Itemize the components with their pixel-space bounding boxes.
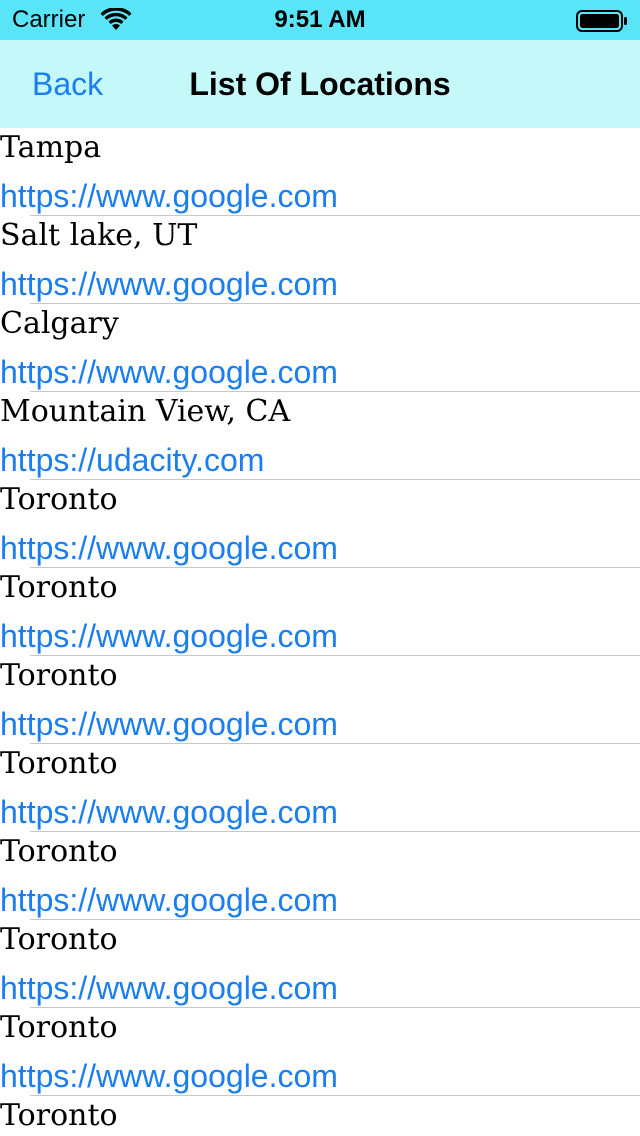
location-url-link[interactable]: https://www.google.com bbox=[0, 265, 338, 303]
location-name: Toronto bbox=[0, 1098, 118, 1133]
list-item[interactable]: Mountain View, CA https://udacity.com bbox=[0, 392, 640, 480]
locations-list[interactable]: Tampa https://www.google.com Salt lake, UT… bbox=[0, 128, 640, 1136]
location-name: Toronto bbox=[0, 482, 118, 517]
list-item[interactable]: Toronto https://www.google.com bbox=[0, 1008, 640, 1096]
location-url-link[interactable]: https://www.google.com bbox=[0, 1057, 338, 1095]
location-name: Toronto bbox=[0, 922, 118, 957]
location-name: Tampa bbox=[0, 130, 102, 165]
list-item[interactable]: Toronto https://www.google.com bbox=[0, 656, 640, 744]
location-name: Toronto bbox=[0, 834, 118, 869]
list-item[interactable]: Toronto https://www.google.com bbox=[0, 744, 640, 832]
location-name: Toronto bbox=[0, 570, 118, 605]
location-url-link[interactable]: https://www.google.com bbox=[0, 793, 338, 831]
navigation-bar: Back List Of Locations bbox=[0, 40, 640, 128]
location-url-link[interactable]: https://www.google.com bbox=[0, 881, 338, 919]
status-time: 9:51 AM bbox=[274, 6, 366, 33]
location-url-link[interactable]: https://www.google.com bbox=[0, 529, 338, 567]
list-item[interactable]: Toronto bbox=[0, 1096, 640, 1136]
location-name: Toronto bbox=[0, 746, 118, 781]
list-item[interactable]: Toronto https://www.google.com bbox=[0, 480, 640, 568]
location-url-link[interactable]: https://www.google.com bbox=[0, 617, 338, 655]
location-url-link[interactable]: https://www.google.com bbox=[0, 969, 338, 1007]
list-item[interactable]: Toronto https://www.google.com bbox=[0, 920, 640, 1008]
location-url-link[interactable]: https://www.google.com bbox=[0, 705, 338, 743]
location-name: Calgary bbox=[0, 306, 119, 341]
list-item[interactable]: Salt lake, UT https://www.google.com bbox=[0, 216, 640, 304]
list-item[interactable]: Calgary https://www.google.com bbox=[0, 304, 640, 392]
list-item[interactable]: Toronto https://www.google.com bbox=[0, 832, 640, 920]
location-name: Salt lake, UT bbox=[0, 218, 198, 253]
back-button[interactable]: Back bbox=[32, 40, 103, 128]
battery-icon bbox=[576, 10, 627, 32]
location-name: Mountain View, CA bbox=[0, 394, 291, 429]
list-item[interactable]: Toronto https://www.google.com bbox=[0, 568, 640, 656]
list-item[interactable]: Tampa https://www.google.com bbox=[0, 128, 640, 216]
location-name: Toronto bbox=[0, 1010, 118, 1045]
location-name: Toronto bbox=[0, 658, 118, 693]
status-bar: Carrier 9:51 AM bbox=[0, 0, 640, 40]
location-url-link[interactable]: https://www.google.com bbox=[0, 177, 338, 215]
location-url-link[interactable]: https://udacity.com bbox=[0, 441, 264, 479]
location-url-link[interactable]: https://www.google.com bbox=[0, 353, 338, 391]
